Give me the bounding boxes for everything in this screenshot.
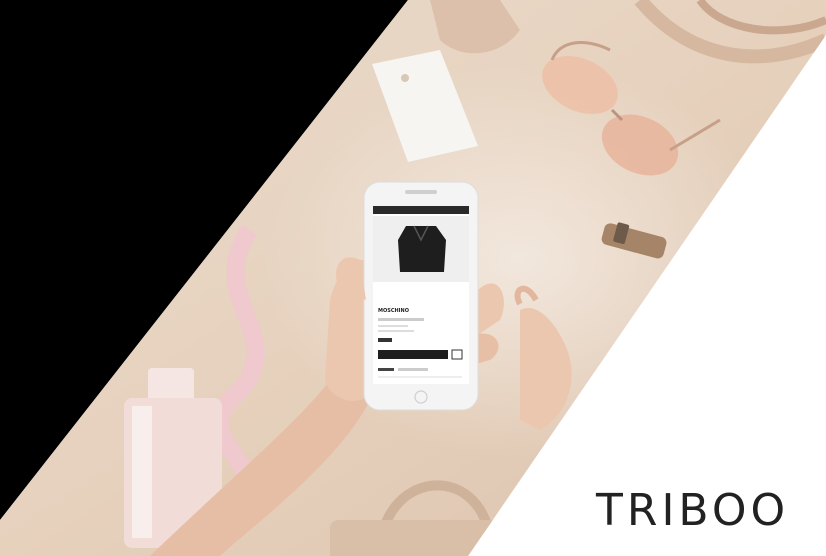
brand-logo-text: TRIBOO [596,485,790,536]
smartphone: MOSCHINO [363,181,479,411]
ecommerce-photo-collage: MOSCHINO [0,0,826,556]
garment-image [398,226,446,272]
hero-banner: MOSCHINO TRIBOO [0,0,826,556]
phone-screen-title: MOSCHINO [378,308,409,314]
